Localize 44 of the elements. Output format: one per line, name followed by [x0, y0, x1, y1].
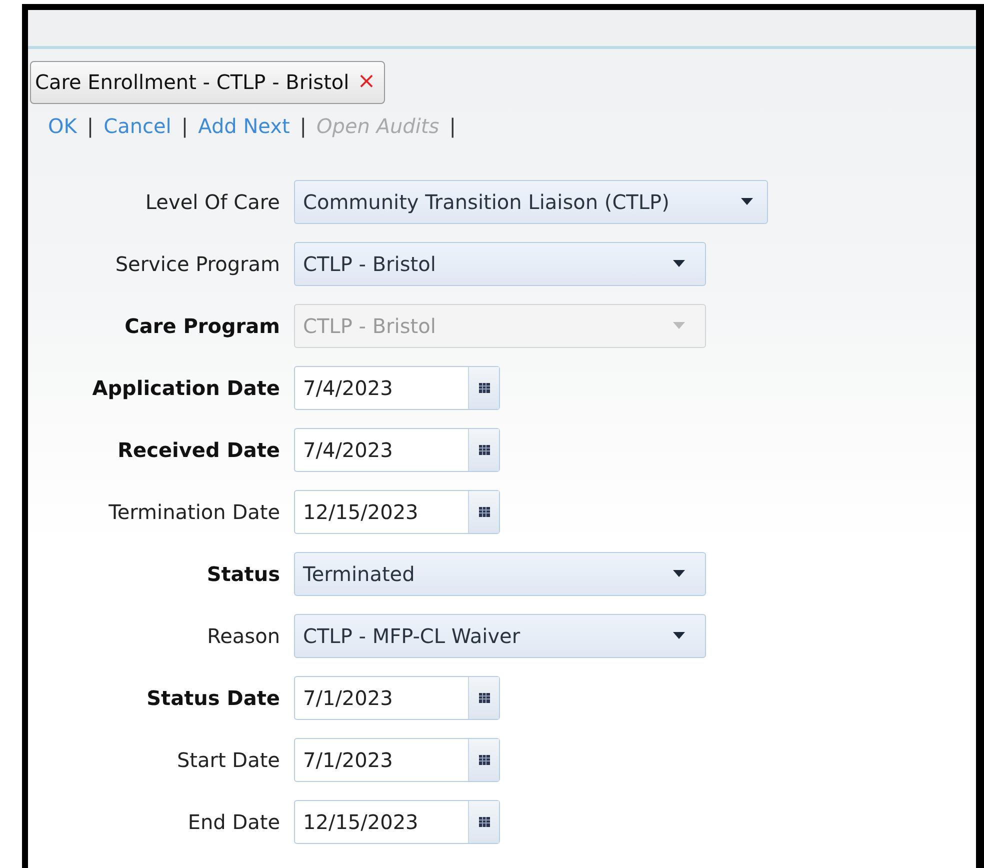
date-field[interactable]: 7/1/2023 — [294, 738, 500, 782]
calendar-icon — [478, 383, 490, 393]
caret-icon — [741, 198, 753, 206]
caret-icon — [673, 632, 685, 640]
field-label: End Date — [188, 810, 280, 834]
field-label: Level Of Care — [145, 190, 280, 214]
field-label: Status Date — [146, 686, 280, 710]
field-label: Care Program — [124, 314, 280, 338]
field-label: Received Date — [118, 438, 280, 462]
separator: | — [181, 114, 188, 138]
date-field[interactable]: 12/15/2023 — [294, 490, 500, 534]
calendar-button[interactable] — [468, 367, 499, 409]
calendar-icon — [478, 755, 490, 765]
separator: | — [300, 114, 307, 138]
calendar-icon — [478, 817, 490, 827]
calendar-icon — [478, 507, 490, 517]
calendar-button[interactable] — [468, 429, 499, 471]
field-label: Reason — [207, 624, 280, 648]
calendar-button[interactable] — [468, 739, 499, 781]
calendar-icon — [478, 693, 490, 703]
field-label: Status — [206, 562, 280, 586]
date-field[interactable]: 7/4/2023 — [294, 428, 500, 472]
close-icon[interactable]: × — [357, 71, 376, 93]
caret-icon — [673, 260, 685, 268]
dropdown[interactable]: CTLP - Bristol — [294, 242, 706, 286]
calendar-icon — [478, 445, 490, 455]
caret-icon — [673, 322, 685, 330]
separator: | — [86, 114, 94, 138]
field-label: Service Program — [115, 252, 280, 276]
field-label: Start Date — [176, 748, 280, 772]
field-label: Application Date — [92, 376, 280, 400]
calendar-button[interactable] — [468, 801, 499, 843]
date-field[interactable]: 7/4/2023 — [294, 366, 500, 410]
dropdown[interactable]: Terminated — [294, 552, 706, 596]
separator: | — [449, 114, 456, 138]
date-field[interactable]: 7/1/2023 — [294, 676, 500, 720]
calendar-button[interactable] — [468, 491, 499, 533]
calendar-button[interactable] — [468, 677, 499, 719]
date-field[interactable]: 12/15/2023 — [294, 800, 500, 844]
dropdown[interactable]: Community Transition Liaison (CTLP) — [294, 180, 768, 224]
dropdown[interactable]: CTLP - MFP-CL Waiver — [294, 614, 706, 658]
tab[interactable]: Care Enrollment - CTLP - Bristol × — [30, 61, 385, 104]
field-label: Termination Date — [108, 500, 280, 524]
caret-icon — [673, 570, 685, 578]
